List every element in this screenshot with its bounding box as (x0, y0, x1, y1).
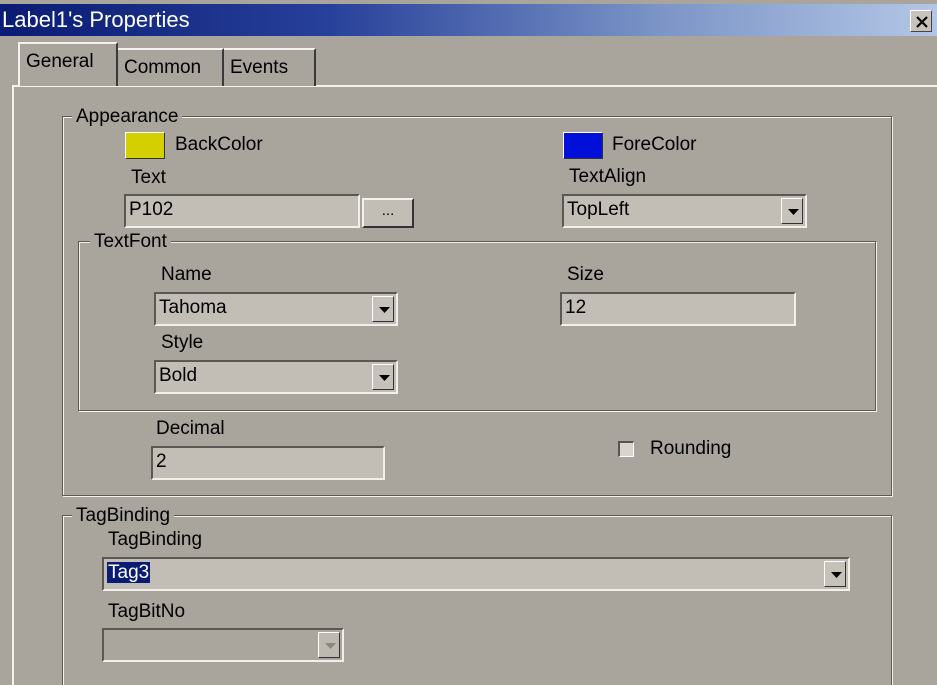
chevron-down-icon (325, 643, 336, 649)
tab-general-label: General (26, 51, 94, 72)
tagbinding-legend: TagBinding (72, 506, 175, 526)
title-bar[interactable]: Label1's Properties (0, 4, 937, 36)
font-size-value: 12 (565, 297, 587, 318)
tab-events-label: Events (230, 57, 289, 78)
font-size-input[interactable]: 12 (560, 292, 796, 326)
decimal-value: 2 (156, 451, 167, 472)
tagbinding-dropdown-button[interactable] (824, 561, 846, 587)
font-style-label: Style (161, 332, 204, 353)
font-style-select[interactable]: Bold (154, 360, 398, 394)
tagbitno-dropdown-button[interactable] (318, 632, 340, 658)
textalign-value: TopLeft (567, 199, 630, 220)
tagbinding-label: TagBinding (108, 529, 203, 550)
decimal-input[interactable]: 2 (151, 446, 385, 480)
forecolor-label: ForeColor (612, 134, 697, 155)
tagbinding-select[interactable]: Tag3 (102, 557, 850, 591)
textalign-dropdown-button[interactable] (781, 198, 803, 224)
rounding-checkbox[interactable] (618, 441, 634, 457)
backcolor-swatch[interactable] (125, 132, 165, 159)
close-icon (916, 16, 928, 28)
tagbitno-label: TagBitNo (108, 601, 186, 622)
tab-general[interactable]: General (18, 42, 118, 86)
tagbitno-select[interactable] (102, 628, 344, 662)
chevron-down-icon (379, 307, 390, 313)
text-browse-button[interactable]: ... (362, 198, 414, 228)
font-size-label: Size (567, 264, 604, 285)
textalign-label: TextAlign (569, 166, 647, 187)
rounding-label: Rounding (650, 438, 732, 459)
forecolor-swatch[interactable] (563, 132, 603, 159)
chevron-down-icon (831, 572, 842, 578)
font-style-dropdown-button[interactable] (372, 364, 394, 390)
textfont-legend: TextFont (90, 232, 171, 252)
properties-dialog: Label1's Properties General Common Event… (0, 0, 937, 685)
chevron-down-icon (788, 209, 799, 215)
tab-common-label: Common (124, 57, 202, 78)
appearance-legend: Appearance (72, 107, 183, 127)
text-label: Text (131, 167, 166, 188)
font-name-value: Tahoma (159, 297, 227, 318)
window-title: Label1's Properties (2, 7, 190, 32)
tagbinding-value: Tag3 (107, 562, 151, 583)
decimal-label: Decimal (156, 418, 225, 439)
textalign-select[interactable]: TopLeft (562, 194, 807, 228)
tab-events[interactable]: Events (224, 48, 316, 86)
text-value: P102 (129, 199, 174, 220)
text-input[interactable]: P102 (124, 194, 360, 228)
font-name-label: Name (161, 264, 212, 285)
close-button[interactable] (910, 10, 932, 32)
font-name-select[interactable]: Tahoma (154, 292, 398, 326)
tab-common[interactable]: Common (118, 48, 224, 86)
text-browse-label: ... (381, 202, 395, 219)
font-name-dropdown-button[interactable] (372, 296, 394, 322)
font-style-value: Bold (159, 365, 198, 386)
chevron-down-icon (379, 375, 390, 381)
backcolor-label: BackColor (175, 134, 263, 155)
